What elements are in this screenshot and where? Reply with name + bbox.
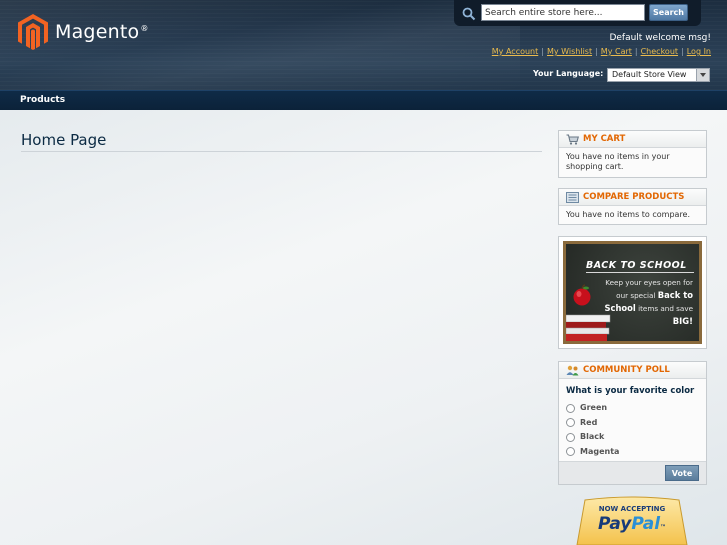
- back-to-school-banner[interactable]: BACK TO SCHOOL Keep your eyes open for o…: [558, 236, 707, 349]
- books-icon: [566, 314, 611, 341]
- radio-black[interactable]: [566, 432, 575, 442]
- paypal-brand-text: PayPal™: [598, 514, 666, 534]
- block-compare: Compare Products You have no items to co…: [558, 188, 707, 225]
- divider: [21, 151, 542, 152]
- cart-empty-text: You have no items in your shopping cart.: [566, 152, 670, 171]
- search-input[interactable]: [481, 4, 645, 21]
- banner-heading: BACK TO SCHOOL: [586, 260, 687, 271]
- vote-button[interactable]: Vote: [665, 465, 699, 481]
- language-label: Your Language:: [533, 69, 604, 78]
- cart-icon: [566, 133, 579, 145]
- block-cart-title: My Cart: [583, 134, 626, 144]
- welcome-message: Default welcome msg!: [609, 33, 711, 43]
- community-people-icon: [566, 365, 579, 375]
- top-links: My Account | My Wishlist | My Cart | Checkout |…: [491, 47, 711, 56]
- radio-magenta[interactable]: [566, 447, 575, 457]
- link-log-in[interactable]: Log In: [687, 47, 711, 56]
- banner-divider: [586, 272, 694, 273]
- radio-red[interactable]: [566, 418, 575, 428]
- radio-green[interactable]: [566, 403, 575, 413]
- poll-body: What is your favorite color Green Red Bl…: [559, 379, 706, 461]
- link-checkout[interactable]: Checkout: [641, 47, 678, 56]
- link-my-account[interactable]: My Account: [492, 47, 538, 56]
- banner-text: Keep your eyes open for our special Back…: [604, 278, 693, 326]
- compare-empty-text: You have no items to compare.: [566, 210, 691, 219]
- link-my-wishlist[interactable]: My Wishlist: [547, 47, 592, 56]
- block-poll: Community Poll What is your favorite col…: [558, 361, 707, 485]
- nav-item-products[interactable]: Products: [20, 95, 65, 105]
- block-cart: My Cart You have no items in your shoppi…: [558, 130, 707, 178]
- paypal-top-text: NOW ACCEPTING: [599, 505, 666, 513]
- magento-logo-icon: [18, 14, 48, 50]
- site-header: Magento® Search Default welcome msg! My …: [0, 0, 727, 90]
- poll-question: What is your favorite color: [566, 386, 695, 396]
- page-title: Home Page: [21, 131, 107, 149]
- poll-option-black[interactable]: Black: [566, 430, 699, 445]
- search-bar: Search: [454, 0, 701, 26]
- poll-option-red[interactable]: Red: [566, 416, 699, 431]
- block-compare-title: Compare Products: [583, 192, 685, 202]
- block-poll-title: Community Poll: [583, 365, 670, 375]
- search-icon: [462, 7, 476, 21]
- link-my-cart[interactable]: My Cart: [601, 47, 632, 56]
- logo-text: Magento®: [55, 21, 149, 43]
- paypal-badge-icon[interactable]: NOW ACCEPTING PayPal™: [575, 496, 689, 545]
- language-value: Default Store View: [612, 70, 687, 79]
- language-select[interactable]: Default Store View: [607, 68, 710, 82]
- block-cart-header: My Cart: [559, 131, 706, 148]
- poll-option-magenta[interactable]: Magenta: [566, 445, 699, 460]
- apple-icon: [573, 284, 591, 306]
- main-nav: Products: [0, 90, 727, 110]
- block-compare-header: Compare Products: [559, 189, 706, 206]
- poll-actions: Vote: [559, 461, 706, 484]
- poll-option-green[interactable]: Green: [566, 401, 699, 416]
- chevron-down-icon: [696, 69, 709, 81]
- chalkboard: BACK TO SCHOOL Keep your eyes open for o…: [563, 241, 702, 344]
- logo-link[interactable]: Magento®: [18, 14, 149, 50]
- compare-list-icon: [566, 191, 579, 203]
- block-poll-header: Community Poll: [559, 362, 706, 379]
- search-button[interactable]: Search: [649, 4, 688, 21]
